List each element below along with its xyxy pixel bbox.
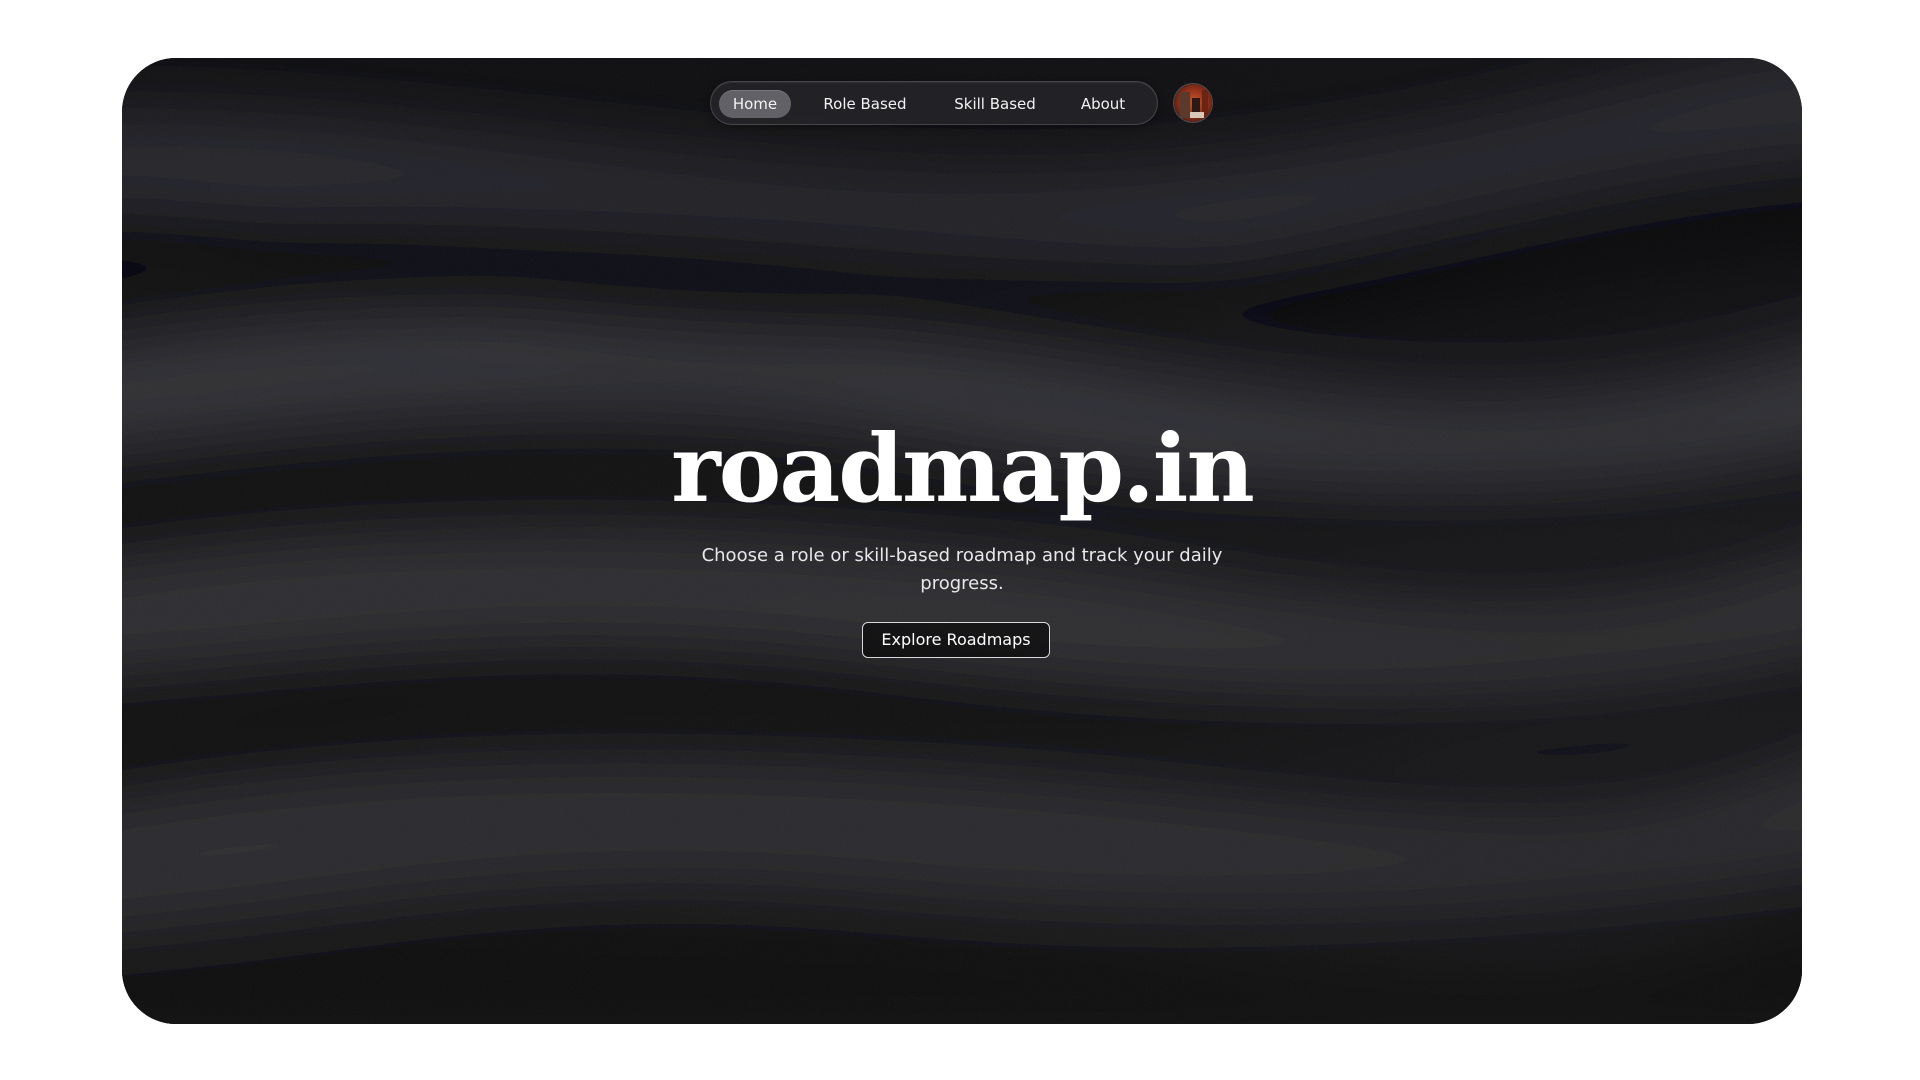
nav-home[interactable]: Home xyxy=(719,90,791,118)
top-navbar: Home Role Based Skill Based About xyxy=(710,81,1158,125)
nav-role-based[interactable]: Role Based xyxy=(815,90,915,118)
hero-subtitle: Choose a role or skill-based roadmap and… xyxy=(701,545,1223,594)
page-title: roadmap.in xyxy=(671,414,1255,524)
explore-roadmaps-button[interactable]: Explore Roadmaps xyxy=(862,622,1050,658)
hero-section: Home Role Based Skill Based About roadma… xyxy=(122,58,1802,1024)
user-avatar-icon xyxy=(1174,84,1212,122)
silk-background xyxy=(122,58,1802,1024)
nav-skill-based[interactable]: Skill Based xyxy=(944,90,1046,118)
nav-about[interactable]: About xyxy=(1071,90,1135,118)
user-avatar[interactable] xyxy=(1173,83,1213,123)
